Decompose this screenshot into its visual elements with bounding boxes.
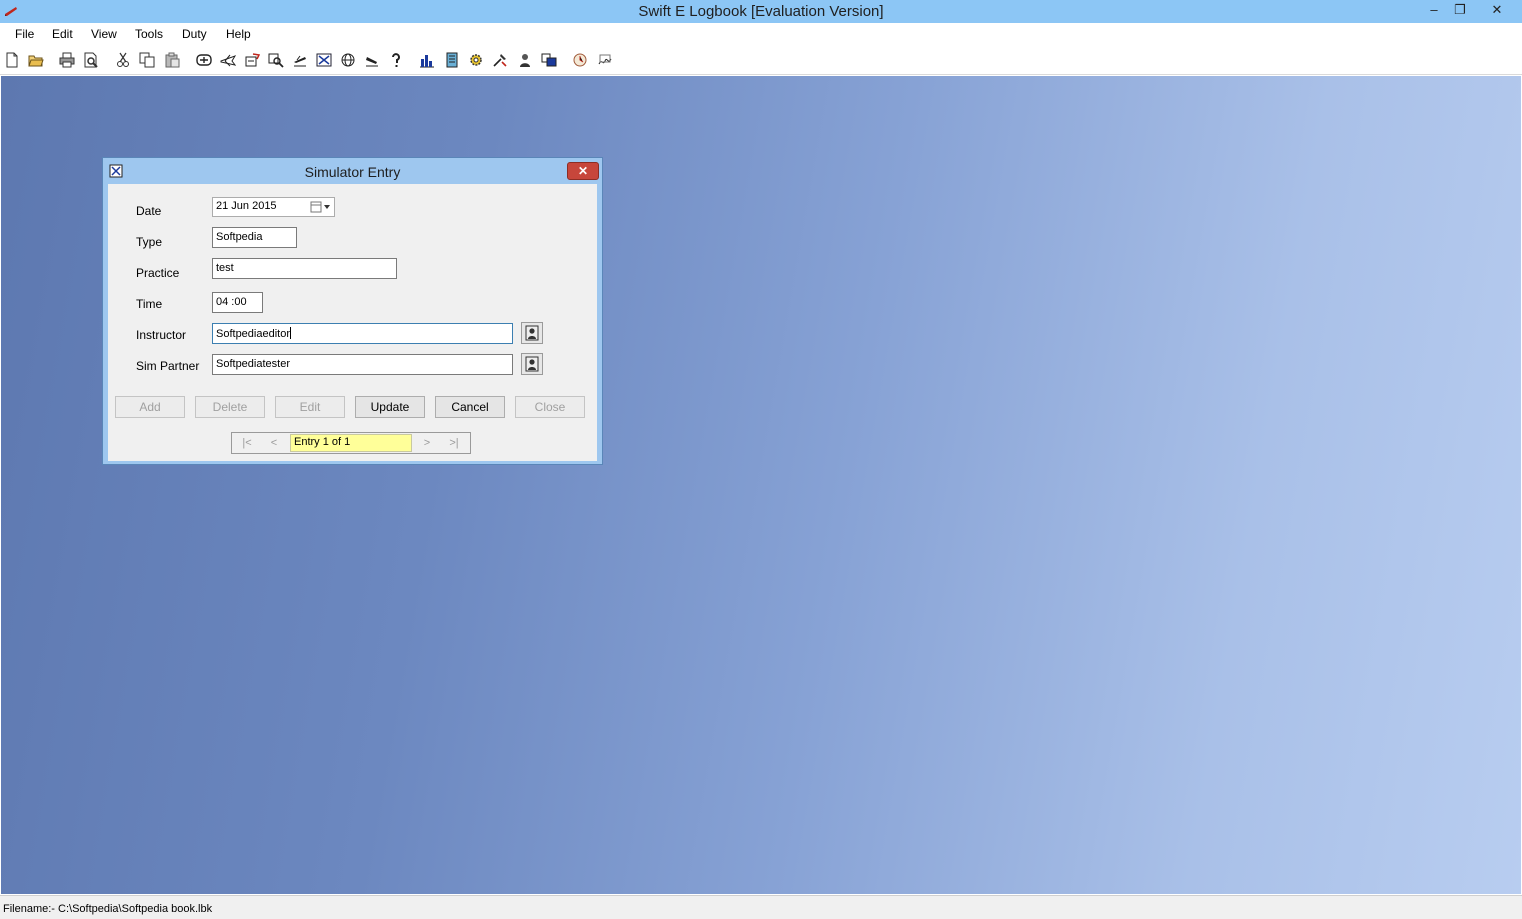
paste-icon[interactable] <box>163 51 181 69</box>
instructor-input[interactable]: Softpediaeditor <box>212 323 513 344</box>
close-button[interactable]: Close <box>515 396 585 418</box>
report-icon[interactable] <box>443 51 461 69</box>
simulator-icon[interactable] <box>540 51 558 69</box>
bar-chart-icon[interactable] <box>418 51 436 69</box>
pilot-lookup-icon <box>525 356 539 372</box>
next-record-button[interactable]: > <box>414 434 440 452</box>
type-label: Type <box>136 235 163 249</box>
settings-gear-icon[interactable] <box>467 51 485 69</box>
copy-icon[interactable] <box>138 51 156 69</box>
clock-icon[interactable] <box>571 51 589 69</box>
open-folder-icon[interactable] <box>27 51 45 69</box>
print-preview-icon[interactable] <box>82 51 100 69</box>
help-icon[interactable] <box>387 51 405 69</box>
last-record-button[interactable]: >| <box>441 434 467 452</box>
minimize-button[interactable]: – <box>1420 0 1448 21</box>
dialog-title: Simulator Entry <box>304 164 401 180</box>
delete-button[interactable]: Delete <box>195 396 265 418</box>
edit-button[interactable]: Edit <box>275 396 345 418</box>
pilot-icon[interactable] <box>516 51 534 69</box>
maximize-button[interactable]: ❐ <box>1446 0 1474 21</box>
sim-partner-picker-button[interactable] <box>521 353 543 375</box>
tools-icon[interactable] <box>491 51 509 69</box>
instructor-label: Instructor <box>136 328 187 342</box>
dialog-body: Date 21 Jun 2015 Type Softpedia Practice… <box>108 184 597 461</box>
status-bar: Filename:- C:\Softpedia\Softpedia book.l… <box>0 895 1522 919</box>
previous-record-button[interactable]: < <box>261 434 287 452</box>
cancel-button[interactable]: Cancel <box>435 396 505 418</box>
dialog-close-button[interactable]: ✕ <box>567 162 599 180</box>
update-button[interactable]: Update <box>355 396 425 418</box>
instructor-picker-button[interactable] <box>521 322 543 344</box>
date-label: Date <box>136 204 162 218</box>
menu-help[interactable]: Help <box>226 27 251 41</box>
record-navigator: |< < Entry 1 of 1 > >| <box>231 432 471 454</box>
takeoff-icon[interactable] <box>291 51 309 69</box>
simulator-entry-dialog: Simulator Entry ✕ Date 21 Jun 2015 Type … <box>102 157 603 465</box>
date-value: 21 Jun 2015 <box>216 200 277 212</box>
new-file-icon[interactable] <box>3 51 21 69</box>
print-icon[interactable] <box>58 51 76 69</box>
time-label: Time <box>136 297 163 311</box>
cut-icon[interactable] <box>114 51 132 69</box>
calendar-dropdown-icon[interactable] <box>310 200 332 214</box>
search-icon[interactable] <box>267 51 285 69</box>
pilot-lookup-icon <box>525 325 539 341</box>
menu-view[interactable]: View <box>91 27 117 41</box>
first-record-button[interactable]: |< <box>234 434 260 452</box>
flight-entry-icon[interactable] <box>195 51 213 69</box>
filename-status: Filename:- C:\Softpedia\Softpedia book.l… <box>3 903 213 915</box>
title-bar: Swift E Logbook [Evaluation Version] – ❐… <box>0 0 1522 23</box>
practice-input[interactable]: test <box>212 258 397 279</box>
add-button[interactable]: Add <box>115 396 185 418</box>
menu-bar: File Edit View Tools Duty Help <box>0 23 1522 45</box>
signature-icon[interactable] <box>596 51 614 69</box>
navigation-icon[interactable] <box>315 51 333 69</box>
practice-label: Practice <box>136 266 180 280</box>
globe-icon[interactable] <box>339 51 357 69</box>
record-position: Entry 1 of 1 <box>290 434 412 452</box>
menu-duty[interactable]: Duty <box>182 27 207 41</box>
menu-file[interactable]: File <box>15 27 34 41</box>
time-input[interactable]: 04 :00 <box>212 292 263 313</box>
type-input[interactable]: Softpedia <box>212 227 297 248</box>
sim-partner-input[interactable]: Softpediatester <box>212 354 513 375</box>
text-caret <box>290 327 291 339</box>
aircraft-icon[interactable] <box>219 51 237 69</box>
dialog-title-bar[interactable]: Simulator Entry ✕ <box>103 158 602 184</box>
toolbar <box>0 45 1522 75</box>
date-picker[interactable]: 21 Jun 2015 <box>212 197 335 217</box>
instructor-value: Softpediaeditor <box>216 328 290 340</box>
menu-tools[interactable]: Tools <box>135 27 163 41</box>
window-title: Swift E Logbook [Evaluation Version] <box>638 3 884 20</box>
menu-edit[interactable]: Edit <box>52 27 73 41</box>
sim-partner-label: Sim Partner <box>136 359 200 373</box>
plane-edit-icon[interactable] <box>243 51 261 69</box>
landing-icon[interactable] <box>363 51 381 69</box>
close-window-button[interactable]: ✕ <box>1482 0 1512 21</box>
